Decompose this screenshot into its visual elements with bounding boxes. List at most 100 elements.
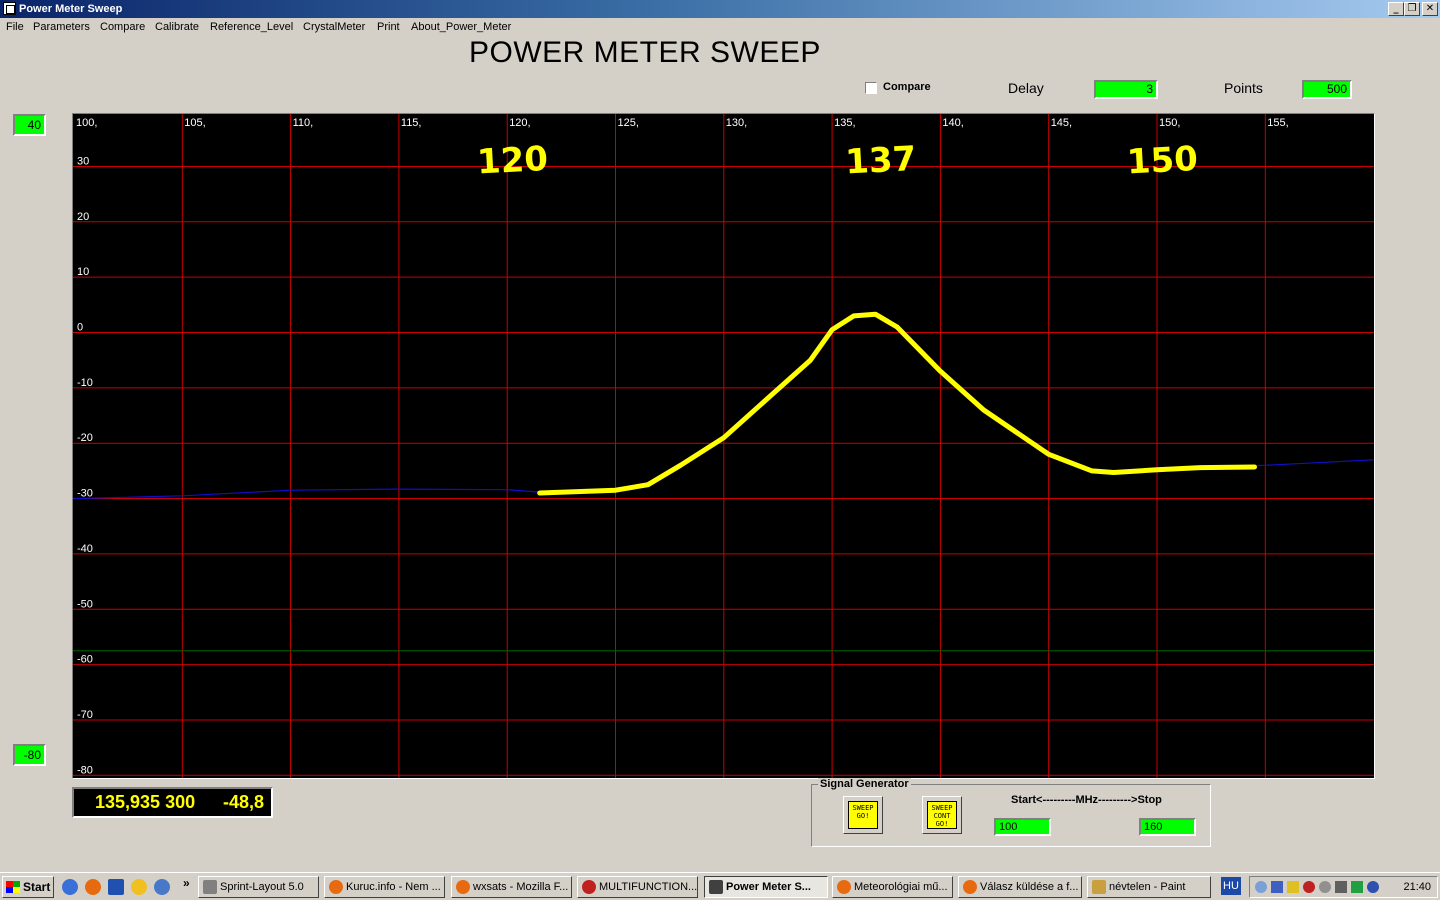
messenger-icon[interactable]: [131, 879, 147, 895]
x-tick-label: 130,: [726, 117, 747, 129]
menu-about[interactable]: About_Power_Meter: [411, 21, 511, 33]
app-icon: [203, 880, 217, 894]
title-bar[interactable]: Power Meter Sweep _ ❐ ✕: [0, 0, 1440, 18]
task-valasz[interactable]: Válasz küldése a f...: [958, 876, 1082, 898]
x-tick-label: 145,: [1051, 117, 1072, 129]
x-tick-label: 110,: [293, 117, 314, 129]
monitor-icon[interactable]: [1271, 881, 1283, 893]
y-tick-label: -80: [77, 764, 93, 776]
sweep-plot[interactable]: 100, 105, 110, 115, 120, 125, 130, 135, 140, 145,…: [72, 113, 1375, 779]
reference-level-bottom[interactable]: -80: [13, 744, 46, 766]
points-input[interactable]: 500: [1302, 80, 1352, 99]
page-title: POWER METER SWEEP: [469, 36, 821, 69]
minimize-button[interactable]: _: [1388, 2, 1404, 16]
task-label: MULTIFUNCTION...: [599, 881, 698, 893]
readout-level: -48,8: [223, 792, 265, 812]
sweep-cont-go-button[interactable]: SWEEP CONT GO!: [922, 796, 962, 834]
y-tick-label: -50: [77, 598, 93, 610]
sync-icon[interactable]: [1351, 881, 1363, 893]
ie-icon[interactable]: [62, 879, 78, 895]
x-tick-label: 105,: [184, 117, 205, 129]
task-paint[interactable]: névtelen - Paint: [1087, 876, 1211, 898]
compare-checkbox[interactable]: [865, 82, 877, 94]
task-label: Válasz küldése a f...: [980, 881, 1079, 893]
x-tick-label: 125,: [618, 117, 639, 129]
task-kuruc[interactable]: Kuruc.info - Nem ...: [324, 876, 445, 898]
firefox-icon: [963, 880, 977, 894]
windows-logo-icon: [6, 881, 20, 893]
y-tick-label: -10: [77, 377, 93, 389]
firefox-icon: [456, 880, 470, 894]
stop-frequency-input[interactable]: 160: [1139, 818, 1196, 836]
app-icon: [582, 880, 596, 894]
disk-icon[interactable]: [1319, 881, 1331, 893]
bs-icon[interactable]: [154, 879, 170, 895]
cursor-readout: 135,935 300 -48,8: [72, 787, 273, 818]
task-label: Kuruc.info - Nem ...: [346, 881, 441, 893]
y-tick-label: -70: [77, 709, 93, 721]
x-tick-label: 120,: [509, 117, 530, 129]
annotation-label: 137: [844, 139, 917, 183]
task-label: névtelen - Paint: [1109, 881, 1186, 893]
task-meteorologiai[interactable]: Meteorológiai mű...: [832, 876, 953, 898]
x-tick-label: 115,: [401, 117, 422, 129]
frequency-range-label: Start<---------MHz--------->Stop: [1011, 794, 1162, 806]
speaker-icon[interactable]: [1367, 881, 1379, 893]
sweep-cont-go-label: SWEEP CONT GO!: [927, 801, 957, 829]
task-multifunction[interactable]: MULTIFUNCTION...: [577, 876, 698, 898]
menu-parameters[interactable]: Parameters: [33, 21, 90, 33]
taskbar: Start » Sprint-Layout 5.0 Kuruc.info - N…: [0, 872, 1440, 900]
y-tick-label: 20: [77, 211, 89, 223]
restore-button[interactable]: ❐: [1404, 2, 1420, 16]
clock[interactable]: 21:40: [1403, 877, 1431, 897]
system-tray: 21:40: [1249, 876, 1438, 898]
shield-icon[interactable]: [1303, 881, 1315, 893]
task-power-meter[interactable]: Power Meter S...: [704, 876, 828, 898]
menu-crystalmeter[interactable]: CrystalMeter: [303, 21, 365, 33]
menu-print[interactable]: Print: [377, 21, 400, 33]
sweep-go-button[interactable]: SWEEP GO!: [843, 796, 883, 834]
language-indicator[interactable]: HU: [1221, 877, 1241, 895]
start-frequency-input[interactable]: 100: [994, 818, 1051, 836]
menu-compare[interactable]: Compare: [100, 21, 145, 33]
firefox-icon: [329, 880, 343, 894]
sweep-go-label: SWEEP GO!: [848, 801, 878, 829]
delay-input[interactable]: 3: [1094, 80, 1158, 99]
menu-calibrate[interactable]: Calibrate: [155, 21, 199, 33]
annotation-label: 120: [476, 139, 549, 183]
network-icon[interactable]: [1255, 881, 1267, 893]
compare-label[interactable]: Compare: [883, 81, 931, 93]
readout-frequency: 135,935 300: [95, 792, 196, 812]
menu-bar: File Parameters Compare Calibrate Refere…: [0, 19, 1440, 37]
menu-reference-level[interactable]: Reference_Level: [210, 21, 293, 33]
start-label: Start: [23, 880, 51, 894]
delay-label: Delay: [1008, 80, 1044, 96]
task-wxsats[interactable]: wxsats - Mozilla F...: [451, 876, 572, 898]
hardware-icon[interactable]: [1335, 881, 1347, 893]
x-tick-label: 100,: [76, 117, 97, 129]
task-label: Sprint-Layout 5.0: [220, 881, 304, 893]
app-window: Power Meter Sweep _ ❐ ✕ File Parameters …: [0, 0, 1440, 900]
y-tick-label: -40: [77, 543, 93, 555]
reference-level-top[interactable]: 40: [13, 114, 46, 136]
save-icon[interactable]: [108, 879, 124, 895]
app-icon[interactable]: [3, 2, 16, 15]
task-sprint-layout[interactable]: Sprint-Layout 5.0: [198, 876, 319, 898]
x-tick-label: 155,: [1267, 117, 1288, 129]
close-button[interactable]: ✕: [1422, 2, 1438, 16]
y-tick-label: 30: [77, 155, 89, 167]
annotation-label: 150: [1126, 139, 1199, 183]
menu-file[interactable]: File: [6, 21, 24, 33]
x-tick-label: 140,: [942, 117, 963, 129]
y-tick-label: 10: [77, 266, 89, 278]
signal-generator-title: Signal Generator: [818, 778, 911, 790]
y-tick-label: 0: [77, 322, 83, 334]
task-label: wxsats - Mozilla F...: [473, 881, 569, 893]
x-tick-label: 135,: [834, 117, 855, 129]
firefox-icon[interactable]: [85, 879, 101, 895]
firefox-icon: [837, 880, 851, 894]
sweep-chart-svg: 100, 105, 110, 115, 120, 125, 130, 135, 140, 145,…: [73, 114, 1374, 778]
warning-icon[interactable]: [1287, 881, 1299, 893]
quicklaunch-more[interactable]: »: [183, 876, 190, 890]
start-button[interactable]: Start: [2, 876, 54, 898]
